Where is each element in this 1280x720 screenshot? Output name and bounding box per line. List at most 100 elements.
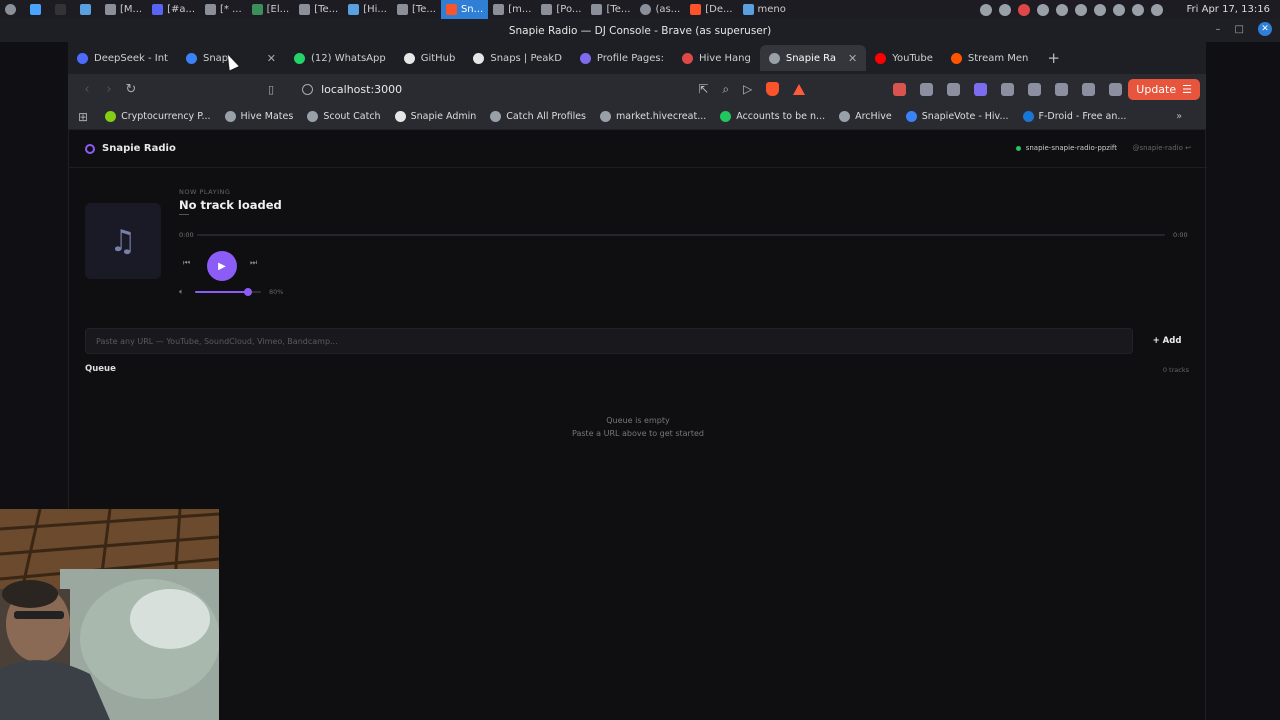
browser-tab[interactable]: Stream Men [942,45,1037,71]
extension-key-icon[interactable] [893,82,907,96]
taskbar-item[interactable]: [M... [100,0,147,19]
send-icon[interactable]: ▷ [743,82,752,96]
sidebar-icon[interactable] [1055,82,1069,96]
taskbar-item[interactable] [75,0,100,19]
taskbar-item[interactable]: [#a... [147,0,200,19]
bluetooth-icon[interactable] [998,3,1011,16]
taskbar-item[interactable]: [* ... [200,0,247,19]
taskbar-item[interactable] [0,0,25,19]
more-bookmarks-icon[interactable]: » [1152,111,1206,122]
bookmark-item[interactable]: Hive Mates [218,111,301,122]
taskbar-item[interactable]: [Te... [586,0,635,19]
share-icon[interactable]: ⇱ [698,82,708,96]
back-icon[interactable]: ‹ [76,82,98,97]
bookmark-item[interactable]: ArcHive [832,111,899,122]
bookmark-item[interactable]: Catch All Profiles [483,111,593,122]
extension-icon[interactable] [947,82,961,96]
bookmark-label: Catch All Profiles [506,111,587,122]
progress-bar[interactable] [197,234,1165,236]
bookmark-item[interactable]: SnapieVote - Hiv... [899,111,1016,122]
forward-icon[interactable]: › [98,82,120,97]
address-bar[interactable]: ▯ localhost:3000 [268,78,668,100]
power-icon[interactable] [1036,3,1049,16]
window-titlebar[interactable]: Snapie Radio — DJ Console - Brave (as su… [0,19,1280,42]
taskbar-item[interactable] [25,0,50,19]
extension-icon[interactable] [974,82,988,96]
brave-icon [690,4,702,15]
volume-slider[interactable] [195,288,261,296]
tab-label: Stream Men [967,52,1029,64]
taskbar-item[interactable]: [m... [488,0,536,19]
bookmark-item[interactable]: F-Droid - Free an... [1016,111,1134,122]
lock-icon[interactable] [1074,3,1087,16]
play-button[interactable]: ▶ [207,251,237,281]
taskbar-item[interactable]: [El... [247,0,295,19]
settings-icon[interactable] [1112,3,1125,16]
new-tab-icon[interactable]: + [1037,49,1070,67]
minimize-icon[interactable]: – [1216,24,1221,35]
bookmark-item[interactable]: Scout Catch [300,111,387,122]
bookmark-item[interactable]: Accounts to be n... [713,111,832,122]
desktop-icon [30,4,41,15]
browser-tab[interactable]: DeepSeek - Int [68,45,177,71]
next-track-button[interactable]: ⏭ [250,258,257,268]
taskbar-item[interactable]: [Po... [536,0,586,19]
tab-favicon-icon [473,52,485,64]
record-icon[interactable] [1017,3,1030,16]
now-playing-label: NOW PLAYING [179,188,231,196]
tab-favicon-icon [403,52,415,64]
close-icon[interactable]: ✕ [1258,22,1272,36]
zoom-icon[interactable]: ⌕ [722,82,729,97]
taskbar-item[interactable]: [Te... [294,0,343,19]
taskbar-item-active[interactable]: Sn... [440,0,489,19]
app-brand[interactable]: Snapie Radio [85,143,176,154]
brave-rewards-icon[interactable] [793,83,806,95]
taskbar-item[interactable]: [Hi... [343,0,392,19]
site-info-icon[interactable] [302,83,314,95]
maximize-icon[interactable]: □ [1235,24,1244,35]
tab-close-icon[interactable]: ✕ [848,52,857,65]
media-icon[interactable] [1082,82,1096,96]
user-handle[interactable]: @snapie-radio ↩ [1132,144,1191,152]
wifi-icon[interactable] [1131,3,1144,16]
bookmark-item[interactable]: Cryptocurrency P... [98,111,217,122]
volume-icon[interactable]: 🔈︎ [179,287,184,297]
browser-tab[interactable]: GitHub [395,45,465,71]
volume-tray-icon[interactable] [1150,3,1163,16]
add-track-button[interactable]: + Add [1139,328,1195,354]
url-text[interactable]: localhost:3000 [321,83,402,96]
apps-grid-icon[interactable]: ⊞ [68,110,98,124]
tab-favicon-icon [185,52,197,64]
shield-icon[interactable] [1093,3,1106,16]
logout-icon[interactable]: ↩ [1185,144,1191,152]
skip-back-icon: ⏮ [183,258,191,267]
discord-tray-icon[interactable] [979,3,992,16]
track-url-input[interactable] [85,328,1133,354]
bookmark-item[interactable]: market.hivecreat... [593,111,713,122]
previous-track-button[interactable]: ⏮ [183,258,190,268]
volume-handle[interactable] [243,288,252,296]
browser-tab[interactable]: YouTube [866,45,942,71]
taskbar-item[interactable]: (as... [635,0,685,19]
taskbar-item[interactable]: meno [738,0,791,19]
extension-icon[interactable] [920,82,934,96]
taskbar-item[interactable] [50,0,75,19]
browser-tab[interactable]: Snaps | PeakD [464,45,571,71]
tab-close-icon[interactable]: ✕ [267,52,276,65]
taskbar-item[interactable]: [Te... [392,0,441,19]
update-tray-icon[interactable] [1055,3,1068,16]
taskbar-item[interactable]: [De... [685,0,737,19]
bookmark-page-icon[interactable]: ▯ [268,83,274,96]
extensions-puzzle-icon[interactable] [1001,82,1015,96]
browser-tab[interactable]: Hive Hang [673,45,760,71]
browser-tab[interactable]: Snapie Ra ✕ [759,45,867,71]
leo-ai-icon[interactable] [1109,82,1123,96]
wallet-icon[interactable] [1028,82,1042,96]
update-button[interactable]: Update ☰ [1128,78,1200,100]
reload-icon[interactable]: ↻ [120,82,142,97]
bookmark-item[interactable]: Snapie Admin [388,111,484,122]
browser-tab[interactable]: Profile Pages: [571,45,673,71]
system-clock[interactable]: Fri Apr 17, 13:16 [1171,4,1280,15]
brave-shields-icon[interactable] [766,82,780,96]
browser-tab[interactable]: (12) WhatsApp [285,45,395,71]
